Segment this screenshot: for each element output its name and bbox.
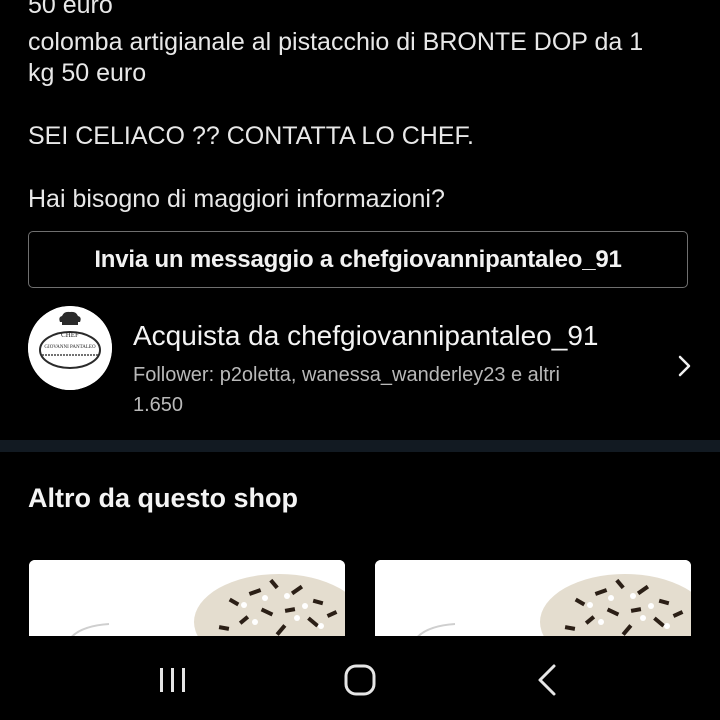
system-nav-bar	[0, 636, 720, 720]
section-divider	[0, 440, 720, 452]
followers-names: Follower: p2oletta, wanessa_wanderley23 …	[133, 364, 560, 386]
more-from-shop-title: Altro da questo shop	[28, 483, 298, 513]
product-image	[375, 560, 691, 640]
chevron-right-icon[interactable]	[672, 354, 696, 378]
description-line: SEI CELIACO ?? CONTATTA LO CHEF.	[28, 122, 474, 150]
shop-link-row[interactable]: CHEF GIOVANNI PANTALEO Acquista da chefg…	[0, 300, 720, 430]
back-icon[interactable]	[528, 660, 568, 700]
recent-apps-icon[interactable]	[153, 660, 193, 700]
logo-text-name: GIOVANNI PANTALEO	[44, 345, 96, 350]
shop-title[interactable]: Acquista da chefgiovannipantaleo_91	[133, 320, 598, 352]
description-line: colomba artigianale al pistacchio di BRO…	[28, 28, 644, 56]
send-message-button[interactable]: Invia un messaggio a chefgiovannipantale…	[28, 231, 688, 288]
description-line: 50 euro	[28, 0, 113, 19]
description-line: kg 50 euro	[28, 59, 147, 87]
send-message-label: Invia un messaggio a chefgiovannipantale…	[94, 245, 622, 273]
shop-followers: Follower: p2oletta, wanessa_wanderley23 …	[133, 360, 653, 420]
product-thumbnail[interactable]	[29, 560, 345, 640]
product-image	[29, 560, 345, 640]
home-icon[interactable]	[340, 660, 380, 700]
shop-avatar[interactable]: CHEF GIOVANNI PANTALEO	[28, 306, 112, 390]
followers-count: 1.650	[133, 394, 184, 416]
logo-text-top: CHEF	[61, 331, 79, 339]
info-question: Hai bisogno di maggiori informazioni?	[28, 185, 445, 213]
chef-logo: CHEF GIOVANNI PANTALEO	[28, 306, 112, 390]
product-thumbnail[interactable]	[375, 560, 691, 640]
